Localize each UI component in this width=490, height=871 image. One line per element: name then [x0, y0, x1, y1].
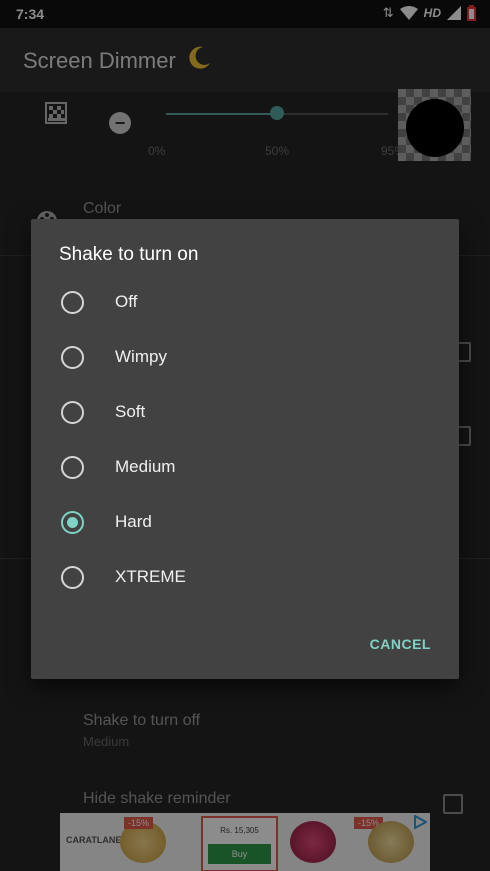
option-label: XTREME: [115, 567, 186, 586]
option-label: Medium: [115, 457, 176, 476]
option-label: Soft: [115, 402, 146, 421]
radio-button[interactable]: [61, 566, 84, 589]
radio-button[interactable]: [61, 456, 84, 479]
option-label: Hard: [115, 512, 152, 531]
option-label: Off: [115, 292, 138, 311]
option-medium[interactable]: Medium: [31, 442, 459, 494]
option-label: Wimpy: [115, 347, 167, 366]
dialog-title: Shake to turn on: [59, 244, 199, 265]
radio-button[interactable]: [61, 401, 84, 424]
option-soft[interactable]: Soft: [31, 387, 459, 439]
option-xtreme[interactable]: XTREME: [31, 552, 459, 604]
cancel-button[interactable]: CANCEL: [370, 636, 431, 652]
radio-button[interactable]: [61, 346, 84, 369]
option-off[interactable]: Off: [31, 277, 459, 329]
option-wimpy[interactable]: Wimpy: [31, 332, 459, 384]
option-hard[interactable]: Hard: [31, 497, 459, 549]
shake-to-turn-on-dialog: Shake to turn on Off Wimpy Soft Medium Hard X…: [31, 219, 459, 679]
radio-button[interactable]: [61, 511, 84, 534]
radio-button[interactable]: [61, 291, 84, 314]
